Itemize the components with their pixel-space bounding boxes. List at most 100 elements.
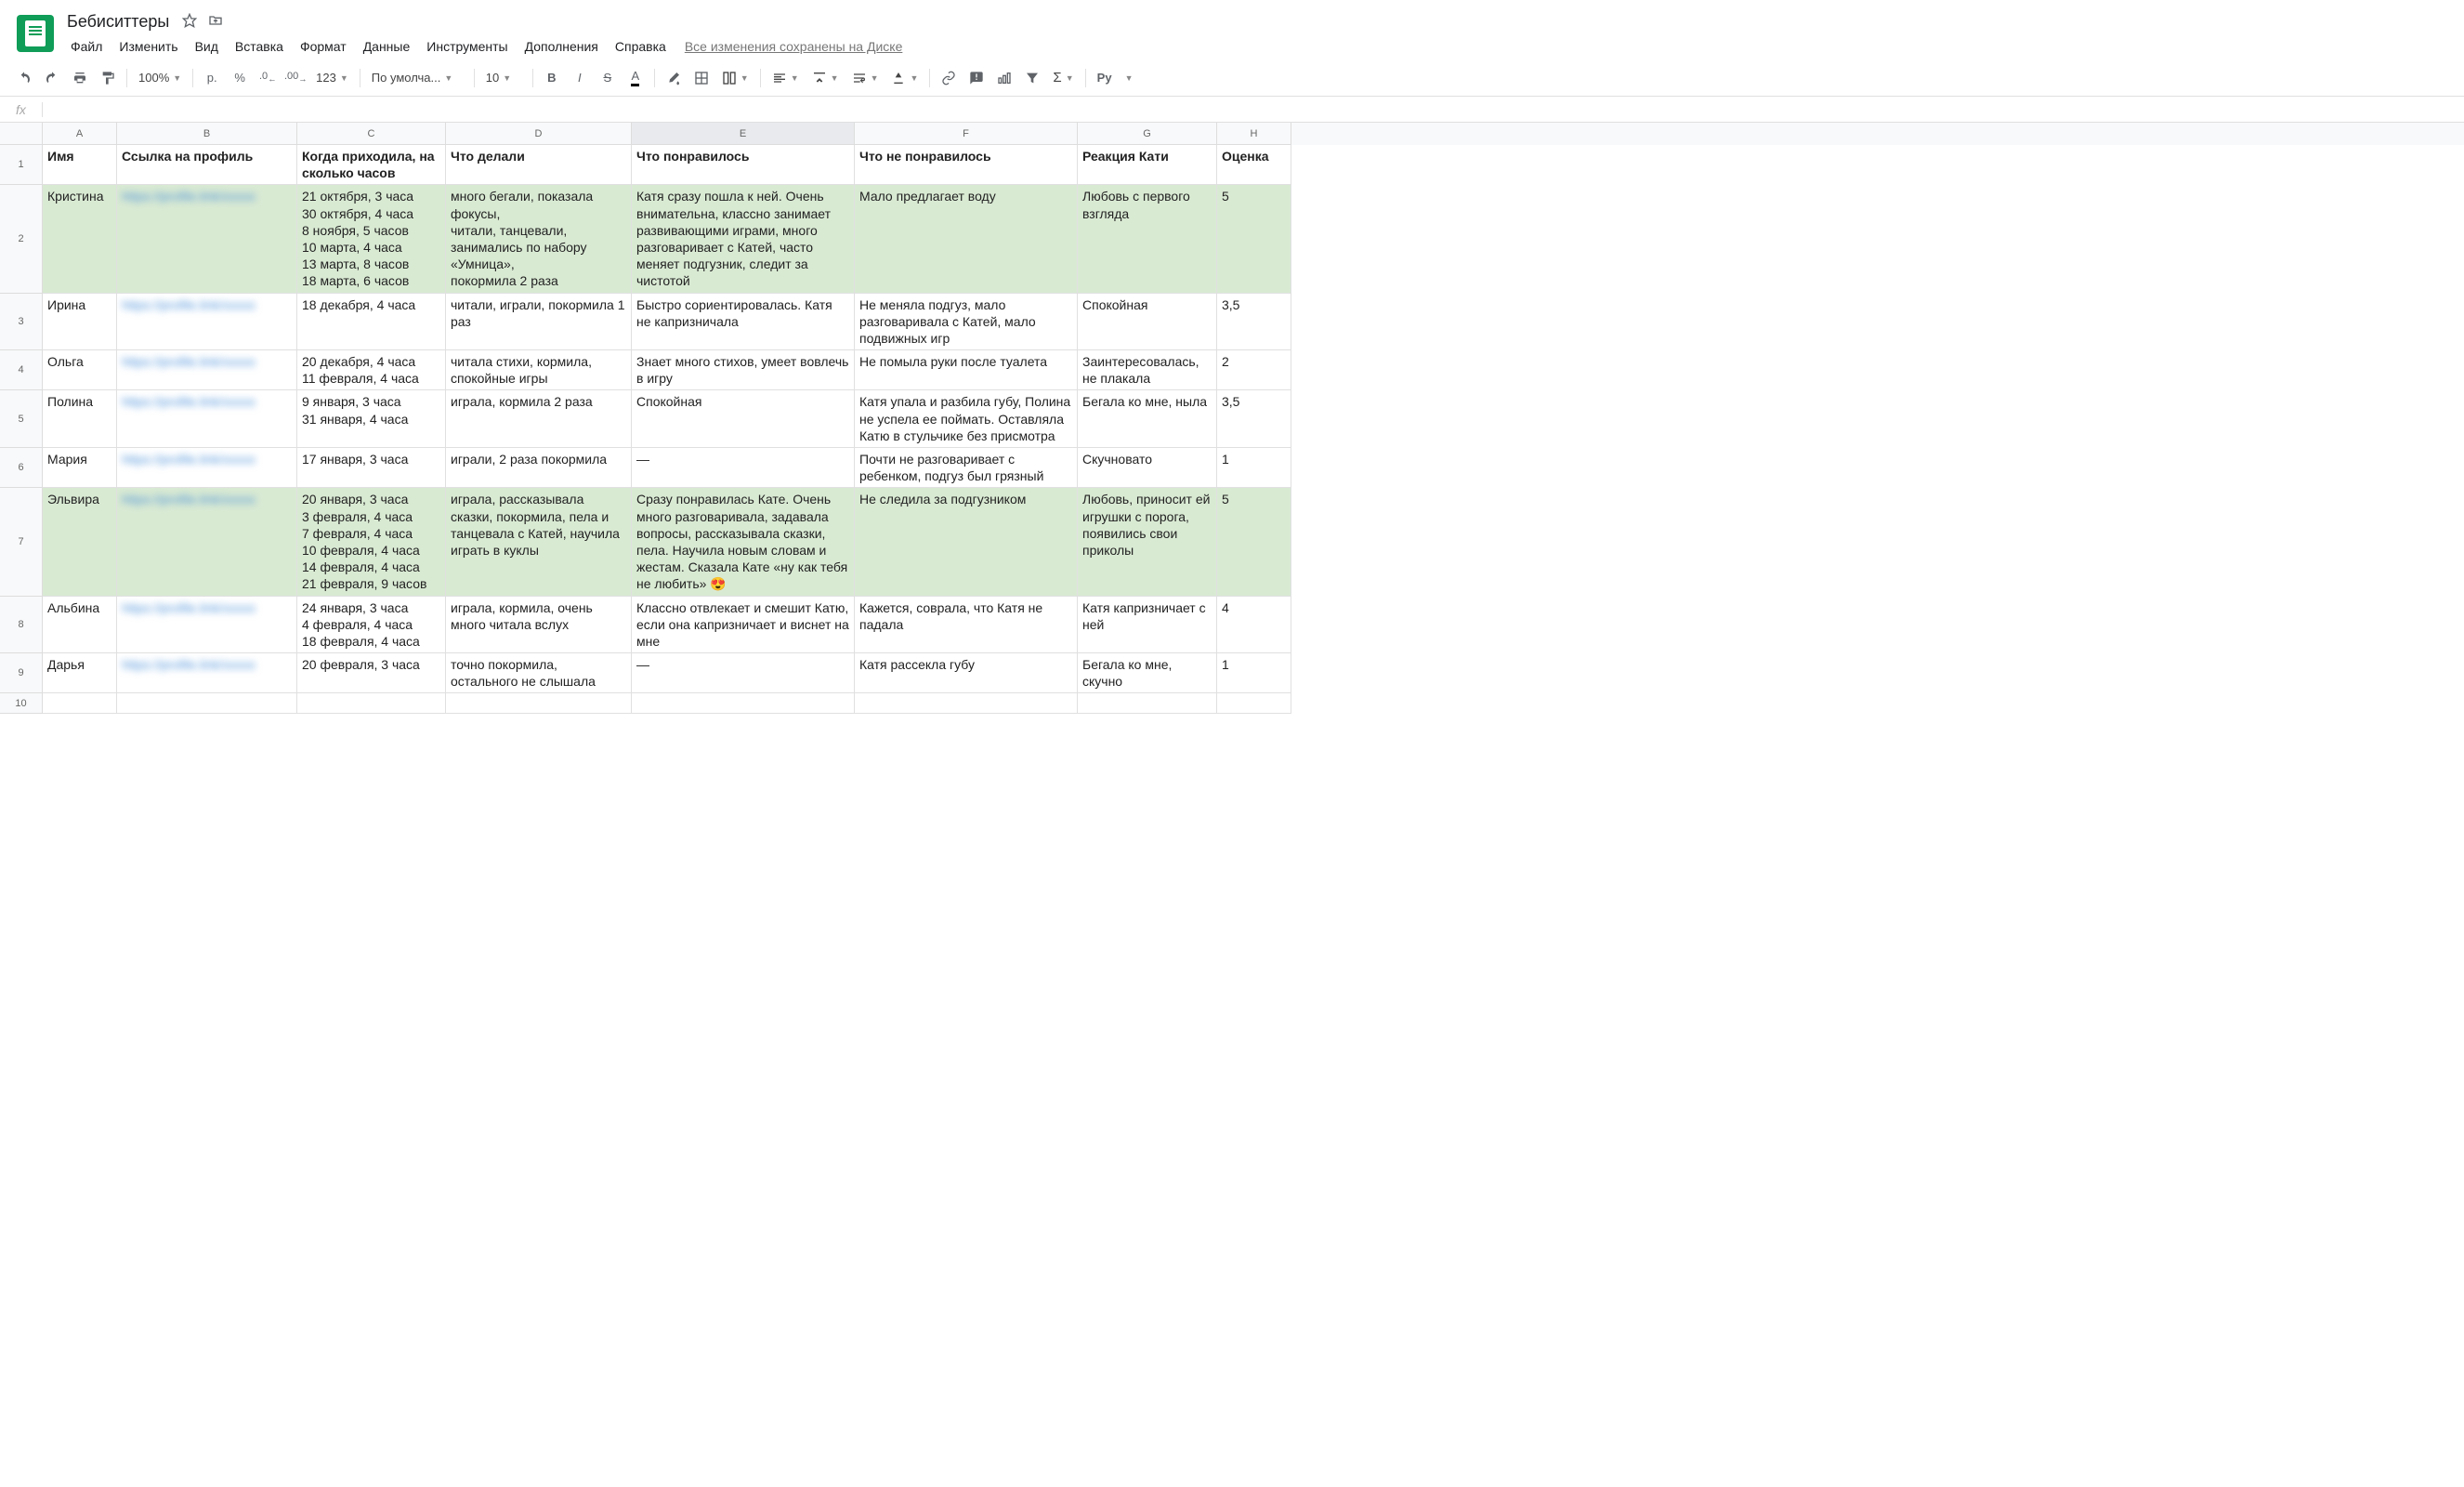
cell[interactable]: —: [632, 653, 855, 693]
cell[interactable]: Любовь, приносит ей игрушки с порога, по…: [1078, 488, 1217, 596]
cell[interactable]: [1078, 693, 1217, 714]
cell[interactable]: Полина: [43, 390, 117, 448]
menu-data[interactable]: Данные: [356, 35, 418, 58]
menu-addons[interactable]: Дополнения: [518, 35, 606, 58]
cell[interactable]: 3,5: [1217, 390, 1291, 448]
col-header-G[interactable]: G: [1078, 123, 1217, 145]
cell[interactable]: 4: [1217, 597, 1291, 654]
fill-color-button[interactable]: [661, 65, 687, 91]
row-number[interactable]: 1: [0, 145, 43, 185]
doc-title[interactable]: Бебиситтеры: [63, 10, 173, 33]
menu-tools[interactable]: Инструменты: [419, 35, 515, 58]
more-button[interactable]: ▼: [1120, 65, 1139, 91]
cell[interactable]: Не следила за подгузником: [855, 488, 1078, 596]
menu-view[interactable]: Вид: [188, 35, 226, 58]
redo-button[interactable]: [39, 65, 65, 91]
cell[interactable]: 24 января, 3 часа 4 февраля, 4 часа 18 ф…: [297, 597, 446, 654]
cell[interactable]: 2: [1217, 350, 1291, 390]
functions-button[interactable]: Σ▼: [1047, 65, 1079, 91]
save-status[interactable]: Все изменения сохранены на Диске: [685, 39, 903, 54]
cell[interactable]: Дарья: [43, 653, 117, 693]
menu-format[interactable]: Формат: [293, 35, 354, 58]
sheets-logo[interactable]: [17, 15, 54, 52]
cell[interactable]: Эльвира: [43, 488, 117, 596]
col-header-A[interactable]: A: [43, 123, 117, 145]
cell[interactable]: https://profile.link/xxxxx: [117, 597, 297, 654]
cell[interactable]: Катя рассекла губу: [855, 653, 1078, 693]
cell[interactable]: Катя капризничает с ней: [1078, 597, 1217, 654]
italic-button[interactable]: I: [567, 65, 593, 91]
row-number[interactable]: 2: [0, 185, 43, 293]
cell[interactable]: читали, играли, покормила 1 раз: [446, 294, 632, 351]
cell[interactable]: [446, 693, 632, 714]
cell[interactable]: Ссылка на профиль: [117, 145, 297, 185]
cell[interactable]: 5: [1217, 488, 1291, 596]
cell[interactable]: играли, 2 раза покормила: [446, 448, 632, 488]
borders-button[interactable]: [688, 65, 714, 91]
cell[interactable]: 1: [1217, 653, 1291, 693]
cell[interactable]: Реакция Кати: [1078, 145, 1217, 185]
cell[interactable]: Оценка: [1217, 145, 1291, 185]
menu-help[interactable]: Справка: [608, 35, 674, 58]
cell[interactable]: Ольга: [43, 350, 117, 390]
cell[interactable]: https://profile.link/xxxxx: [117, 185, 297, 293]
col-header-H[interactable]: H: [1217, 123, 1291, 145]
cell[interactable]: 9 января, 3 часа 31 января, 4 часа: [297, 390, 446, 448]
link-button[interactable]: [936, 65, 962, 91]
cell[interactable]: Имя: [43, 145, 117, 185]
cell[interactable]: точно покормила, остального не слышала: [446, 653, 632, 693]
col-header-E[interactable]: E: [632, 123, 855, 145]
halign-button[interactable]: ▼: [767, 65, 805, 91]
cell[interactable]: Спокойная: [1078, 294, 1217, 351]
cell[interactable]: Не меняла подгуз, мало разговаривала с К…: [855, 294, 1078, 351]
row-number[interactable]: 10: [0, 693, 43, 714]
cell[interactable]: много бегали, показала фокусы, читали, т…: [446, 185, 632, 293]
cell[interactable]: 20 января, 3 часа 3 февраля, 4 часа 7 фе…: [297, 488, 446, 596]
chart-button[interactable]: [991, 65, 1017, 91]
row-number[interactable]: 3: [0, 294, 43, 351]
fontsize-combo[interactable]: 10▼: [480, 65, 527, 91]
row-number[interactable]: 4: [0, 350, 43, 390]
spreadsheet-grid[interactable]: A B C D E F G H 1 Имя Ссылка на профиль …: [0, 123, 2464, 714]
cell[interactable]: Мало предлагает воду: [855, 185, 1078, 293]
cell[interactable]: Бегала ко мне, скучно: [1078, 653, 1217, 693]
menu-insert[interactable]: Вставка: [228, 35, 291, 58]
rotate-button[interactable]: ▼: [885, 65, 924, 91]
col-header-C[interactable]: C: [297, 123, 446, 145]
merge-cells-button[interactable]: ▼: [716, 65, 754, 91]
cell[interactable]: Любовь с первого взгляда: [1078, 185, 1217, 293]
cell[interactable]: [632, 693, 855, 714]
cell[interactable]: Классно отвлекает и смешит Катю, если он…: [632, 597, 855, 654]
cell[interactable]: Альбина: [43, 597, 117, 654]
col-header-B[interactable]: B: [117, 123, 297, 145]
select-all-corner[interactable]: [0, 123, 43, 145]
cell[interactable]: Заинтересовалась, не плакала: [1078, 350, 1217, 390]
cell[interactable]: играла, кормила, очень много читала вслу…: [446, 597, 632, 654]
cyrillic-input-button[interactable]: Ру: [1092, 65, 1118, 91]
cell[interactable]: Почти не разговаривает с ребенком, подгу…: [855, 448, 1078, 488]
cell[interactable]: Мария: [43, 448, 117, 488]
cell[interactable]: https://profile.link/xxxxx: [117, 488, 297, 596]
cell[interactable]: 18 декабря, 4 часа: [297, 294, 446, 351]
strikethrough-button[interactable]: S: [595, 65, 621, 91]
cell[interactable]: https://profile.link/xxxxx: [117, 294, 297, 351]
cell[interactable]: https://profile.link/xxxxx: [117, 653, 297, 693]
font-combo[interactable]: По умолча...▼: [366, 65, 468, 91]
row-number[interactable]: 8: [0, 597, 43, 654]
cell[interactable]: Что не понравилось: [855, 145, 1078, 185]
cell[interactable]: 3,5: [1217, 294, 1291, 351]
valign-button[interactable]: ▼: [806, 65, 845, 91]
cell[interactable]: Катя сразу пошла к ней. Очень внимательн…: [632, 185, 855, 293]
cell[interactable]: 21 октября, 3 часа 30 октября, 4 часа 8 …: [297, 185, 446, 293]
cell[interactable]: читала стихи, кормила, спокойные игры: [446, 350, 632, 390]
cell[interactable]: 5: [1217, 185, 1291, 293]
cell[interactable]: Бегала ко мне, ныла: [1078, 390, 1217, 448]
zoom-combo[interactable]: 100%▼: [133, 65, 187, 91]
cell[interactable]: Быстро сориентировалась. Катя не капризн…: [632, 294, 855, 351]
cell[interactable]: Сразу понравилась Кате. Очень много разг…: [632, 488, 855, 596]
cell[interactable]: играла, кормила 2 раза: [446, 390, 632, 448]
cell[interactable]: Когда приходила, на сколько часов: [297, 145, 446, 185]
row-number[interactable]: 5: [0, 390, 43, 448]
cell[interactable]: Кристина: [43, 185, 117, 293]
cell[interactable]: [297, 693, 446, 714]
